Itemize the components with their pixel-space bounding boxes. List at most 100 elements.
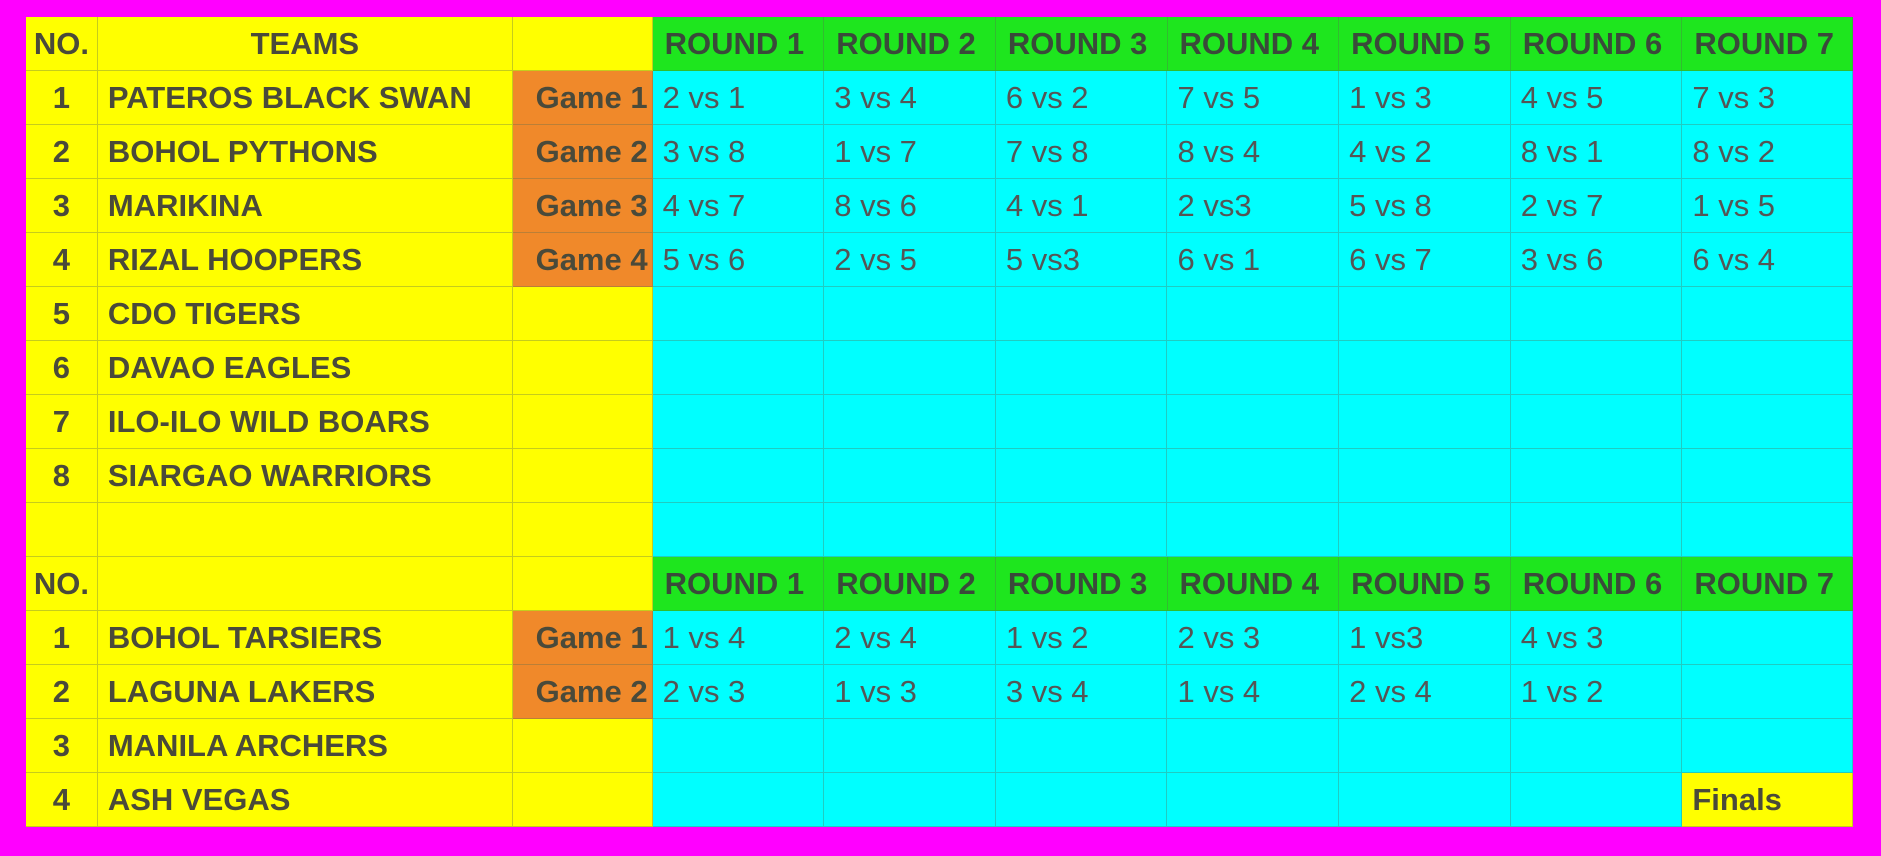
match-cell-round-4[interactable]: 2 vs 3	[1167, 611, 1340, 665]
match-cell-round-2[interactable]: 2 vs 5	[824, 233, 996, 287]
match-cell-round-5[interactable]	[1339, 503, 1511, 557]
match-cell-round-4[interactable]	[1167, 719, 1340, 773]
match-cell-round-5[interactable]: 1 vs 3	[1339, 71, 1511, 125]
match-cell-round-6[interactable]	[1510, 395, 1683, 449]
team-name-cell[interactable]: ILO-ILO WILD BOARS	[97, 395, 513, 449]
team-number-cell[interactable]: 3	[26, 179, 98, 233]
match-cell-round-7[interactable]: 6 vs 4	[1682, 233, 1853, 287]
match-cell-round-5[interactable]	[1339, 395, 1511, 449]
match-cell-round-1[interactable]	[652, 719, 825, 773]
match-cell-round-5[interactable]: 5 vs 8	[1339, 179, 1511, 233]
match-cell-round-7[interactable]: 7 vs 3	[1682, 71, 1853, 125]
match-cell-round-1[interactable]	[652, 287, 825, 341]
team-name-cell[interactable]: RIZAL HOOPERS	[97, 233, 513, 287]
round-header-1[interactable]: ROUND 1	[652, 557, 825, 611]
match-cell-round-4[interactable]	[1167, 773, 1340, 827]
match-cell-round-3[interactable]	[995, 395, 1168, 449]
round-header-7[interactable]: ROUND 7	[1682, 17, 1854, 71]
match-cell-round-2[interactable]	[824, 341, 996, 395]
round-header-5[interactable]: ROUND 5	[1339, 557, 1511, 611]
team-number-cell[interactable]: 1	[26, 71, 98, 125]
match-cell-round-1[interactable]	[652, 341, 825, 395]
match-cell-round-7[interactable]	[1682, 611, 1853, 665]
match-cell-round-7[interactable]	[1682, 719, 1853, 773]
team-name-cell[interactable]: BOHOL TARSIERS	[97, 611, 513, 665]
match-cell-round-1[interactable]: 1 vs 4	[652, 611, 825, 665]
game-label-cell[interactable]: Game 3	[512, 179, 653, 233]
game-label-cell[interactable]	[512, 449, 653, 503]
match-cell-round-7[interactable]	[1682, 503, 1853, 557]
match-cell-round-3[interactable]	[995, 341, 1168, 395]
header-game-cell[interactable]	[512, 557, 653, 611]
match-cell-round-5[interactable]: 1 vs3	[1339, 611, 1511, 665]
match-cell-round-1[interactable]: 5 vs 6	[652, 233, 825, 287]
match-cell-round-3[interactable]: 7 vs 8	[995, 125, 1168, 179]
match-cell-round-7[interactable]	[1682, 287, 1853, 341]
match-cell-round-2[interactable]: 1 vs 3	[824, 665, 996, 719]
game-label-cell[interactable]	[512, 773, 653, 827]
match-cell-round-7[interactable]: 8 vs 2	[1682, 125, 1853, 179]
match-cell-round-2[interactable]	[824, 395, 996, 449]
team-number-cell[interactable]: 3	[26, 719, 98, 773]
match-cell-round-6[interactable]	[1510, 287, 1683, 341]
match-cell-round-5[interactable]: 4 vs 2	[1339, 125, 1511, 179]
match-cell-round-3[interactable]: 6 vs 2	[995, 71, 1168, 125]
match-cell-round-4[interactable]	[1167, 287, 1340, 341]
round-header-4[interactable]: ROUND 4	[1167, 557, 1340, 611]
match-cell-round-3[interactable]	[995, 503, 1168, 557]
match-cell-round-1[interactable]: 3 vs 8	[652, 125, 825, 179]
game-label-cell[interactable]	[512, 287, 653, 341]
team-number-cell[interactable]: 7	[26, 395, 98, 449]
round-header-4[interactable]: ROUND 4	[1167, 17, 1340, 71]
match-cell-round-2[interactable]	[824, 773, 996, 827]
match-cell-round-3[interactable]: 5 vs3	[995, 233, 1168, 287]
match-cell-round-7[interactable]: 1 vs 5	[1682, 179, 1853, 233]
round-header-1[interactable]: ROUND 1	[652, 17, 825, 71]
match-cell-round-6[interactable]: 3 vs 6	[1510, 233, 1683, 287]
team-name-cell[interactable]: MANILA ARCHERS	[97, 719, 513, 773]
match-cell-round-3[interactable]	[995, 719, 1168, 773]
game-label-cell[interactable]: Game 4	[512, 233, 653, 287]
match-cell-round-5[interactable]	[1339, 287, 1511, 341]
team-number-cell[interactable]: 1	[26, 611, 98, 665]
round-header-2[interactable]: ROUND 2	[824, 557, 996, 611]
match-cell-round-6[interactable]	[1510, 341, 1683, 395]
match-cell-round-5[interactable]	[1339, 773, 1511, 827]
match-cell-round-1[interactable]	[652, 503, 825, 557]
match-cell-round-6[interactable]: 8 vs 1	[1510, 125, 1683, 179]
match-cell-round-6[interactable]: 4 vs 3	[1510, 611, 1683, 665]
match-cell-round-2[interactable]: 8 vs 6	[824, 179, 996, 233]
team-number-cell[interactable]: 2	[26, 125, 98, 179]
match-cell-round-6[interactable]: 2 vs 7	[1510, 179, 1683, 233]
match-cell-round-4[interactable]	[1167, 395, 1340, 449]
finals-cell[interactable]: Finals	[1682, 773, 1853, 827]
header-teams-cell[interactable]	[97, 557, 513, 611]
match-cell-round-3[interactable]: 3 vs 4	[995, 665, 1168, 719]
game-label-cell[interactable]: Game 1	[512, 71, 653, 125]
match-cell-round-1[interactable]	[652, 449, 825, 503]
header-game-cell[interactable]	[512, 17, 653, 71]
header-no-cell[interactable]: NO.	[26, 557, 98, 611]
game-label-cell[interactable]: Game 2	[512, 665, 653, 719]
team-name-cell[interactable]: ASH VEGAS	[97, 773, 513, 827]
match-cell-round-4[interactable]: 7 vs 5	[1167, 71, 1340, 125]
team-name-cell[interactable]	[97, 503, 513, 557]
team-name-cell[interactable]: MARIKINA	[97, 179, 513, 233]
match-cell-round-4[interactable]: 6 vs 1	[1167, 233, 1340, 287]
match-cell-round-1[interactable]: 2 vs 3	[652, 665, 825, 719]
match-cell-round-3[interactable]: 1 vs 2	[995, 611, 1168, 665]
round-header-3[interactable]: ROUND 3	[995, 557, 1168, 611]
header-no-cell[interactable]: NO.	[26, 17, 98, 71]
match-cell-round-7[interactable]	[1682, 395, 1853, 449]
match-cell-round-6[interactable]	[1510, 503, 1683, 557]
team-number-cell[interactable]: 2	[26, 665, 98, 719]
match-cell-round-1[interactable]	[652, 395, 825, 449]
team-name-cell[interactable]: LAGUNA LAKERS	[97, 665, 513, 719]
match-cell-round-5[interactable]	[1339, 719, 1511, 773]
match-cell-round-4[interactable]: 2 vs3	[1167, 179, 1340, 233]
match-cell-round-5[interactable]	[1339, 449, 1511, 503]
round-header-5[interactable]: ROUND 5	[1339, 17, 1511, 71]
match-cell-round-4[interactable]	[1167, 341, 1340, 395]
match-cell-round-5[interactable]: 6 vs 7	[1339, 233, 1511, 287]
match-cell-round-1[interactable]	[652, 773, 825, 827]
